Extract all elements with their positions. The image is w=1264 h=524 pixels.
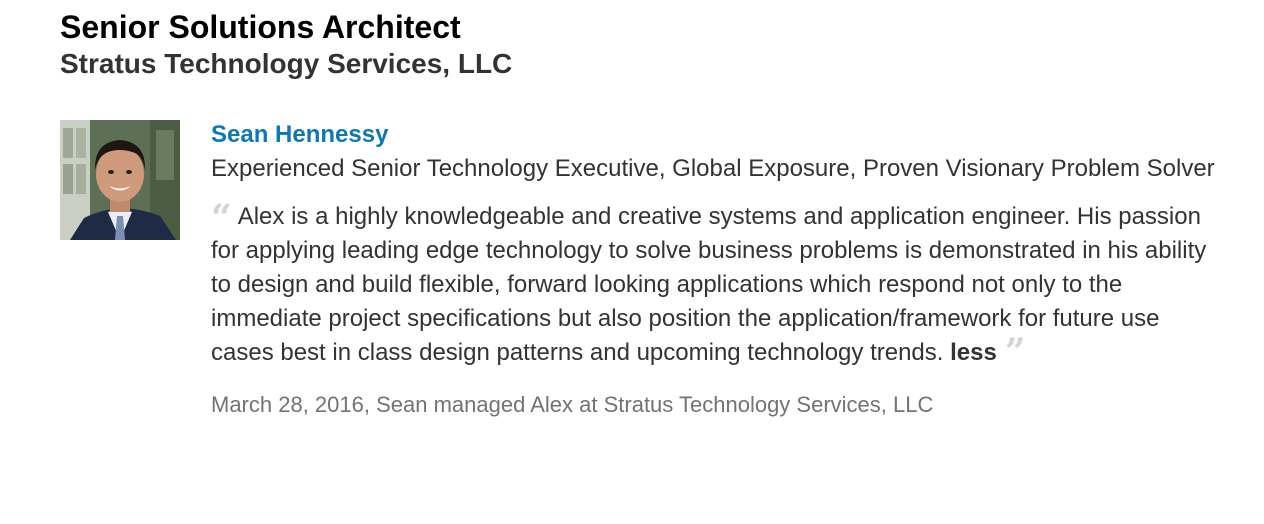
recommendation-body: Alex is a highly knowledgeable and creat… (211, 203, 1207, 366)
recommendation-text: “Alex is a highly knowledgeable and crea… (211, 200, 1221, 370)
recommender-name-link[interactable]: Sean Hennessy (211, 118, 388, 152)
less-toggle-link[interactable]: less (950, 339, 997, 366)
job-title: Senior Solutions Architect (60, 9, 461, 45)
recommender-avatar[interactable] (60, 120, 180, 240)
company-name: Stratus Technology Services, LLC (60, 48, 513, 79)
recommender-headline: Experienced Senior Technology Executive,… (211, 155, 1215, 182)
recommendation-card: Senior Solutions Architect Stratus Techn… (60, 8, 1240, 417)
recommendation-meta: March 28, 2016, Sean managed Alex at Str… (211, 392, 934, 417)
recommender-photo (60, 120, 180, 240)
open-quote-icon: “ (211, 197, 232, 239)
close-quote-icon: ” (1004, 331, 1026, 373)
recommendation-content: Sean Hennessy Experienced Senior Technol… (211, 120, 1221, 420)
